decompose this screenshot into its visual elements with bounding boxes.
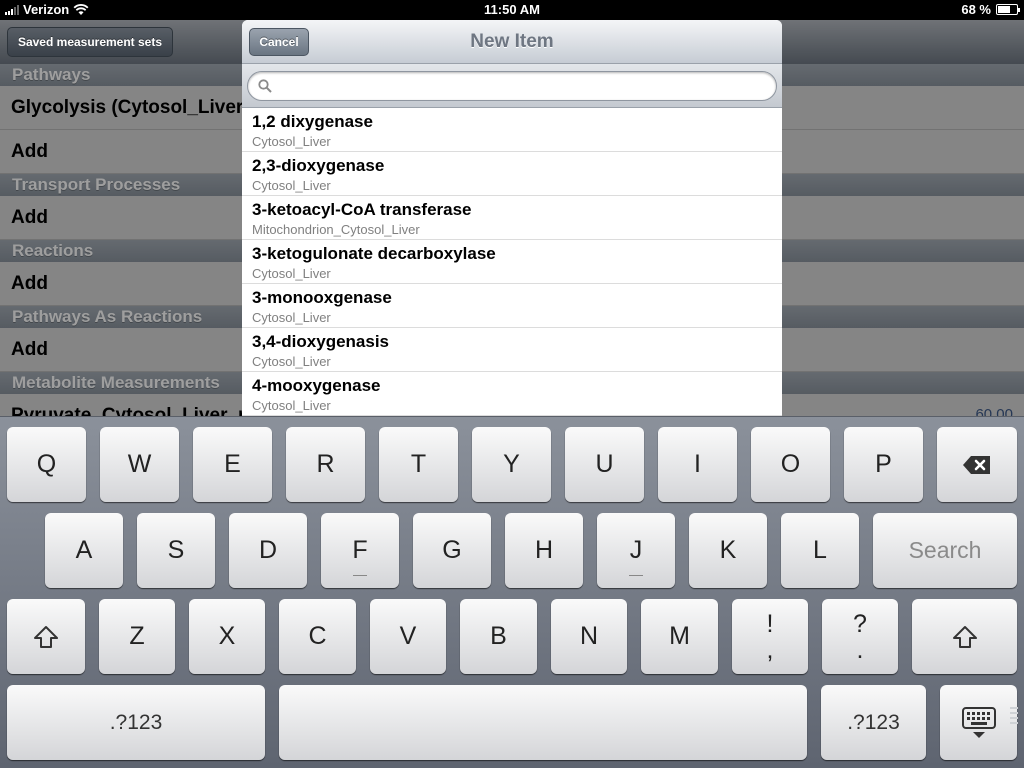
search-input[interactable] <box>247 71 777 101</box>
home-row-marker <box>629 575 643 576</box>
key-v[interactable]: V <box>370 599 446 674</box>
key-f-label: F <box>352 536 368 564</box>
key-l[interactable]: L <box>781 513 859 588</box>
item-subtitle: Cytosol_Liver <box>252 134 331 149</box>
home-row-marker <box>353 575 367 576</box>
list-item[interactable]: 1,2 dixygenase Cytosol_Liver <box>242 108 782 152</box>
hide-keyboard-icon <box>961 706 996 738</box>
item-subtitle: Cytosol_Liver <box>252 178 331 193</box>
comma-label: , <box>766 635 774 664</box>
key-j-label: J <box>629 536 643 564</box>
key-w[interactable]: W <box>100 427 179 502</box>
numbers-key-right[interactable]: .?123 <box>821 685 926 760</box>
cancel-button[interactable]: Cancel <box>249 28 309 56</box>
search-key[interactable]: Search <box>873 513 1017 588</box>
key-y[interactable]: Y <box>472 427 551 502</box>
shift-icon <box>34 625 58 648</box>
key-b[interactable]: B <box>460 599 537 674</box>
list-item[interactable]: 4-mooxygenase Cytosol_Liver <box>242 372 782 416</box>
item-subtitle: Cytosol_Liver <box>252 310 331 325</box>
key-t[interactable]: T <box>379 427 458 502</box>
item-title: 3,4-dioxygenasis <box>252 332 390 351</box>
backspace-icon <box>963 455 990 474</box>
key-n[interactable]: N <box>551 599 627 674</box>
list-item[interactable]: 3-ketoacyl-CoA transferase Mitochondrion… <box>242 196 782 240</box>
delete-key[interactable] <box>937 427 1017 502</box>
key-i[interactable]: I <box>658 427 737 502</box>
key-j[interactable]: J <box>597 513 675 588</box>
numbers-key-left[interactable]: .?123 <box>7 685 265 760</box>
shift-key-right[interactable] <box>912 599 1017 674</box>
key-p[interactable]: P <box>844 427 923 502</box>
item-title: 3-ketogulonate decarboxylase <box>252 244 496 263</box>
battery-percent: 68 % <box>961 2 991 17</box>
shift-key-left[interactable] <box>7 599 85 674</box>
shift-icon <box>952 625 977 648</box>
keyboard-grip-icon[interactable] <box>1010 707 1018 733</box>
key-f[interactable]: F <box>321 513 399 588</box>
key-a[interactable]: A <box>45 513 123 588</box>
item-title: 1,2 dixygenase <box>252 112 373 131</box>
battery-group: 68 % <box>961 2 1020 17</box>
item-title: 3-monooxgenase <box>252 288 392 307</box>
key-c[interactable]: C <box>279 599 356 674</box>
question-label: ? <box>853 609 867 638</box>
search-icon <box>258 79 272 93</box>
battery-icon <box>996 4 1020 15</box>
list-item[interactable]: 3,4-dioxygenasis Cytosol_Liver <box>242 328 782 372</box>
keyboard: Q W E R T Y U I O P A S D F G H J K L Se… <box>0 416 1024 768</box>
item-title: 3-ketoacyl-CoA transferase <box>252 200 472 219</box>
key-s[interactable]: S <box>137 513 215 588</box>
key-r[interactable]: R <box>286 427 365 502</box>
list-item[interactable]: 2,3-dioxygenase Cytosol_Liver <box>242 152 782 196</box>
list-item[interactable]: 3-ketogulonate decarboxylase Cytosol_Liv… <box>242 240 782 284</box>
key-u[interactable]: U <box>565 427 644 502</box>
item-title: 4-mooxygenase <box>252 376 381 395</box>
key-q[interactable]: Q <box>7 427 86 502</box>
status-bar: Verizon 11:50 AM 68 % <box>0 0 1024 20</box>
new-item-popover: New Item Cancel 1,2 dixygenase Cytosol_L… <box>242 20 782 416</box>
item-subtitle: Cytosol_Liver <box>252 266 331 281</box>
popover-title: New Item <box>470 31 554 52</box>
period-label: . <box>856 635 864 664</box>
results-list: 1,2 dixygenase Cytosol_Liver 2,3-dioxyge… <box>242 108 782 416</box>
key-z[interactable]: Z <box>99 599 175 674</box>
item-subtitle: Cytosol_Liver <box>252 354 331 369</box>
question-period-key[interactable]: ? . <box>822 599 898 674</box>
key-h[interactable]: H <box>505 513 583 588</box>
item-subtitle: Cytosol_Liver <box>252 398 331 413</box>
key-d[interactable]: D <box>229 513 307 588</box>
popover-nav-bar: New Item Cancel <box>242 20 782 64</box>
key-x[interactable]: X <box>189 599 265 674</box>
item-title: 2,3-dioxygenase <box>252 156 385 175</box>
key-o[interactable]: O <box>751 427 830 502</box>
exclamation-comma-key[interactable]: ! , <box>732 599 808 674</box>
search-bar <box>242 64 782 108</box>
key-m[interactable]: M <box>641 599 718 674</box>
clock: 11:50 AM <box>484 2 540 17</box>
list-item[interactable]: 3-monooxgenase Cytosol_Liver <box>242 284 782 328</box>
item-subtitle: Mitochondrion_Cytosol_Liver <box>252 222 420 237</box>
key-k[interactable]: K <box>689 513 767 588</box>
key-g[interactable]: G <box>413 513 491 588</box>
exclamation-label: ! <box>766 609 774 638</box>
hide-keyboard-key[interactable] <box>940 685 1017 760</box>
space-bar[interactable] <box>279 685 807 760</box>
key-e[interactable]: E <box>193 427 272 502</box>
